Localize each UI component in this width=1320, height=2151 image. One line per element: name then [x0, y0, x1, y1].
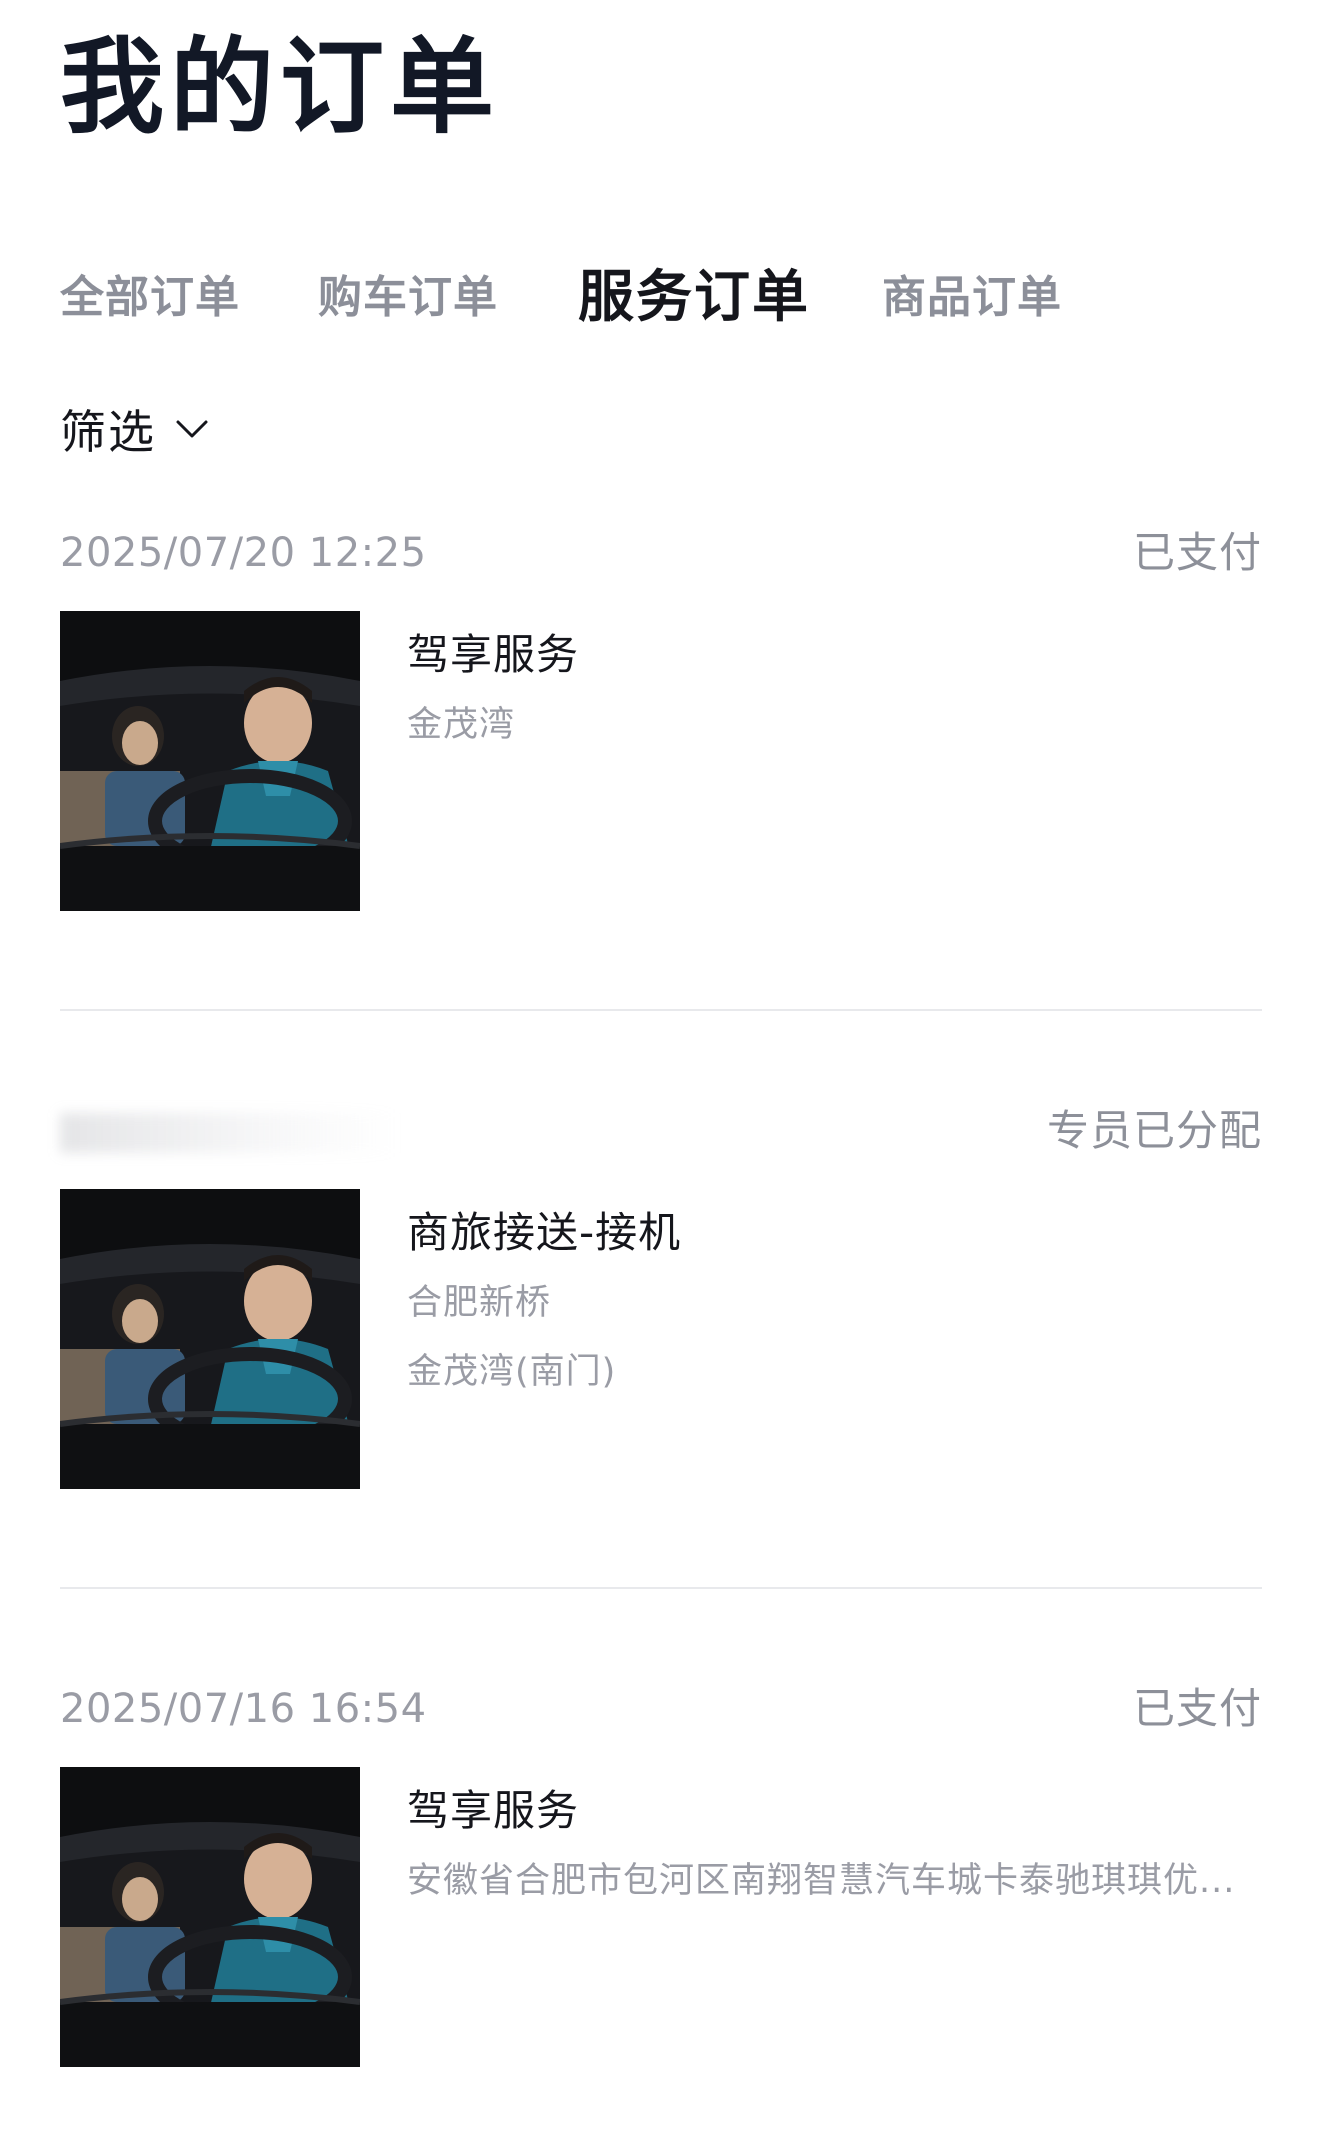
order-title: 驾享服务	[407, 1786, 580, 1835]
order-location: 金茂湾	[407, 705, 516, 745]
order-address: 安徽省合肥市包河区南翔智慧汽车城卡泰驰琪琪优...	[407, 1861, 1236, 1901]
driver-photo-image	[60, 611, 360, 911]
divider	[60, 1587, 1262, 1589]
order-dropoff: 金茂湾(南门)	[407, 1352, 617, 1392]
order-time-redacted	[60, 1113, 400, 1153]
driver-photo-image	[60, 1189, 360, 1489]
divider	[60, 1009, 1262, 1011]
driver-photo	[60, 1189, 360, 1489]
order-time: 2025/07/16 16:54	[60, 1686, 427, 1732]
tab-car-orders[interactable]: 购车订单	[318, 258, 498, 338]
page-title: 我的订单	[60, 26, 501, 148]
order-tabs: 全部订单 购车订单 服务订单 商品订单	[60, 258, 1260, 338]
tab-product-orders[interactable]: 商品订单	[882, 258, 1062, 338]
filter-button[interactable]: 筛选	[60, 394, 210, 464]
order-card[interactable]: 专员已分配 商旅接送-接机 合肥新桥 金茂湾(南门)	[60, 1101, 1262, 1501]
driver-photo-image	[60, 1767, 360, 2067]
order-title: 驾享服务	[407, 630, 580, 679]
tab-all-orders[interactable]: 全部订单	[60, 258, 240, 338]
chevron-down-icon	[176, 420, 208, 438]
order-pickup: 合肥新桥	[407, 1283, 552, 1323]
tab-service-orders[interactable]: 服务订单	[578, 258, 810, 338]
order-status: 已支付	[1132, 1684, 1262, 1733]
filter-label: 筛选	[60, 405, 156, 459]
order-card[interactable]: 2025/07/20 12:25 已支付 驾享服务 金茂湾	[60, 523, 1262, 923]
order-status: 专员已分配	[1046, 1106, 1262, 1155]
driver-photo	[60, 611, 360, 911]
order-title: 商旅接送-接机	[407, 1208, 682, 1257]
driver-photo	[60, 1767, 360, 2067]
orders-page: 我的订单 全部订单 购车订单 服务订单 商品订单 筛选 2025/07/20 1…	[0, 0, 1320, 2151]
order-card[interactable]: 2025/07/16 16:54 已支付 驾享服务 安徽省合肥市包河区南翔智慧汽…	[60, 1679, 1262, 2079]
order-time: 2025/07/20 12:25	[60, 530, 427, 576]
order-status: 已支付	[1132, 528, 1262, 577]
